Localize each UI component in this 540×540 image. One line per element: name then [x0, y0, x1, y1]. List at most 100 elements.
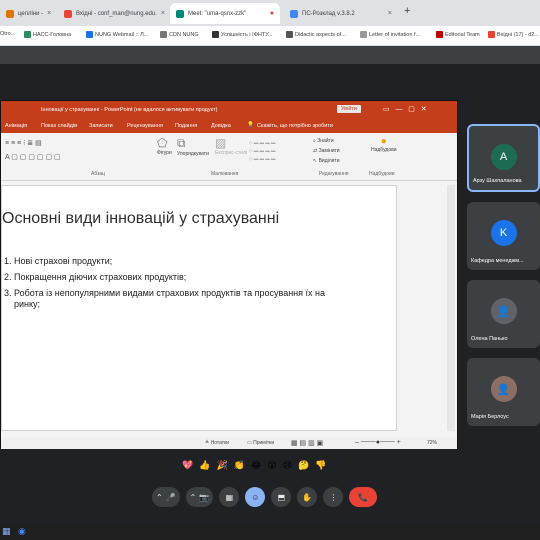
gmail-icon [64, 9, 72, 18]
close-icon[interactable]: × [47, 10, 51, 17]
bookmark[interactable]: Успішність і ІФНТУ... [212, 31, 273, 38]
sad-reaction-icon[interactable]: 😢 [283, 460, 292, 474]
more-vert-icon: ⋮ [329, 492, 338, 502]
shape-format-tools[interactable]: ◇ ▬ ▬ ▬ ▬ ◇ ▬ ▬ ▬ ▬ ◇ ▬ ▬ ▬ ▬ [249, 139, 275, 163]
bookmark[interactable]: Otro... [0, 31, 15, 37]
status-bar: ≜ Нотатки ▭ Примітки ▦ ▤ ▥ ▣ – ───●─── +… [1, 437, 457, 449]
powerpoint-titlebar: Інновації у страхуванні - PowerPoint (не… [1, 101, 457, 119]
slide-bullet: 1. Нові страхові продукти; [4, 256, 113, 266]
close-icon[interactable]: × [388, 10, 392, 17]
meet-header [0, 46, 540, 64]
bookmark-icon [286, 31, 293, 38]
thumbs-down-reaction-icon[interactable]: 👎 [315, 460, 326, 474]
comments-button[interactable]: ▭ Примітки [247, 440, 274, 446]
user-photo-icon: 👤 [496, 383, 511, 396]
quick-styles-button[interactable]: ▨ Експрес-стилі [215, 136, 247, 156]
tab-view[interactable]: Подання [175, 123, 197, 129]
reactions-bar: 💖 👍 🎉 👏 😂 😮 😢 🤔 👎 [182, 460, 327, 474]
present-icon: ⬒ [277, 492, 286, 502]
meet-icon [176, 9, 184, 18]
zoom-slider[interactable]: – ───●─── + [355, 439, 401, 446]
bookmark[interactable]: NUNG Webmail :: Л... [86, 31, 148, 38]
bookmark[interactable]: НАСС-Головна [24, 31, 71, 38]
tab-1[interactable]: цепліни - × [0, 3, 54, 24]
add-ins-icon: ● [380, 136, 387, 147]
phone-hangup-icon: 📞 [358, 492, 369, 502]
tab-review[interactable]: Рецензування [127, 123, 163, 129]
add-ins-button[interactable]: ● Надбудови [371, 136, 397, 153]
avatar: 👤 [490, 298, 517, 324]
chrome-icon[interactable]: ◉ [18, 526, 26, 537]
sign-in-button[interactable]: Увійти [337, 105, 361, 113]
slide-bullet: 2. Покращення діючих страхових продуктів; [4, 272, 187, 282]
surprise-reaction-icon[interactable]: 😮 [267, 460, 276, 474]
tell-me-search[interactable]: Скажіть, що потрібно зробити [257, 123, 333, 129]
shapes-button[interactable]: ⬠ Фігури [157, 136, 172, 156]
bookmarks-bar: Otro... НАСС-Головна NUNG Webmail :: Л..… [0, 26, 540, 46]
present-button[interactable]: ⬒ [271, 487, 292, 507]
lightbulb-icon: 💡 [247, 122, 254, 128]
os-taskbar: ▦ ◉ [0, 524, 540, 540]
select-button[interactable]: ↖ Виділити [313, 158, 340, 164]
view-buttons[interactable]: ▦ ▤ ▥ ▣ [291, 439, 323, 447]
bookmark[interactable]: Letter of invitation f... [360, 31, 420, 38]
slide-bullet: 3. Робота із непопулярними видами страхов… [4, 288, 325, 309]
microphone-icon: 🎤 [165, 492, 176, 502]
participant-tile[interactable]: K Кафедра менеджм... [467, 202, 540, 270]
find-button[interactable]: ⌕ Знайти [313, 138, 334, 144]
leave-call-button[interactable]: 📞 [349, 487, 378, 507]
font-tools[interactable]: A ▢ ▢ ▢ ▢ ▢ ▢ [5, 153, 61, 161]
tab-2[interactable]: Вхідні - conf_man@nung.edu. × [58, 3, 166, 24]
laugh-reaction-icon[interactable]: 😂 [251, 460, 262, 474]
zoom-level[interactable]: 72% [427, 440, 437, 446]
bookmark[interactable]: Editorial Team [436, 31, 480, 38]
more-options-button[interactable]: ⋮ [323, 487, 344, 507]
bookmark-icon [436, 31, 443, 38]
hand-icon: ✋ [302, 492, 313, 502]
reactions-button[interactable]: ☺ [245, 487, 266, 507]
ribbon: ≡ ≡ ≡ ⁝ ≣ ▤ A ▢ ▢ ▢ ▢ ▢ ▢ Абзац ⬠ Фігури… [1, 133, 457, 181]
cursor-icon: ↖ [313, 158, 318, 164]
tab-record[interactable]: Записати [89, 123, 113, 129]
party-reaction-icon[interactable]: 🎉 [216, 460, 227, 474]
bookmark[interactable]: Didactic aspects of... [286, 31, 346, 38]
camera-options-button[interactable]: ⌃ 📷 [185, 487, 214, 507]
bookmark-icon [24, 31, 31, 38]
tab-4[interactable]: ПС-Розклад v.3.8.2 × [284, 3, 398, 24]
tab-slideshow[interactable]: Показ слайдів [41, 123, 77, 129]
thumbs-up-reaction-icon[interactable]: 👍 [199, 460, 210, 474]
clap-reaction-icon[interactable]: 👏 [234, 460, 245, 474]
window-controls[interactable]: ▭ — ▢ ✕ [383, 105, 427, 113]
vertical-scrollbar[interactable] [447, 185, 455, 431]
paragraph-tools[interactable]: ≡ ≡ ≡ ⁝ ≣ ▤ [5, 139, 42, 147]
tab-3[interactable]: Meet: "uma-qsnx-zzk" ● [170, 3, 280, 24]
slide-title: Основні види інновацій у страхуванні [2, 210, 280, 227]
screen-share: Інновації у страхуванні - PowerPoint (не… [0, 100, 458, 449]
notes-button[interactable]: ≜ Нотатки [205, 440, 229, 446]
bookmark-icon [360, 31, 367, 38]
notes-icon: ≜ [205, 440, 210, 446]
participant-tile[interactable]: A Арзу Шахпаланова [467, 124, 540, 192]
bookmark[interactable]: CDN NUNG [160, 31, 199, 38]
mic-options-button[interactable]: ⌃ 🎤 [152, 487, 180, 507]
taskbar-app-icon[interactable]: ▦ [2, 526, 11, 537]
user-photo-icon: 👤 [496, 305, 511, 318]
close-icon[interactable]: ● [270, 10, 274, 17]
bookmark-icon [86, 31, 93, 38]
participant-tile[interactable]: 👤 Марія Берлоус [467, 358, 540, 426]
bookmark[interactable]: Вхідні (17) - d2... [488, 31, 539, 38]
thinking-reaction-icon[interactable]: 🤔 [298, 460, 309, 474]
raise-hand-button[interactable]: ✋ [297, 487, 318, 507]
heart-reaction-icon[interactable]: 💖 [182, 460, 193, 474]
tab-animation[interactable]: Анімація [5, 123, 27, 129]
gmail-icon [488, 31, 495, 38]
slide-canvas[interactable]: Основні види інновацій у страхуванні 1. Н… [1, 185, 397, 431]
replace-button[interactable]: ⇄ Замінити [313, 148, 340, 154]
ribbon-tabs: Анімація Показ слайдів Записати Рецензув… [1, 119, 457, 133]
close-icon[interactable]: × [161, 10, 165, 17]
tab-help[interactable]: Довідка [211, 123, 231, 129]
new-tab-button[interactable]: + [404, 5, 410, 17]
participant-tile[interactable]: 👤 Олена Панько [467, 280, 540, 348]
arrange-button[interactable]: ⧉ Упорядкувати [177, 136, 209, 157]
captions-button[interactable]: ▦ [219, 487, 240, 507]
